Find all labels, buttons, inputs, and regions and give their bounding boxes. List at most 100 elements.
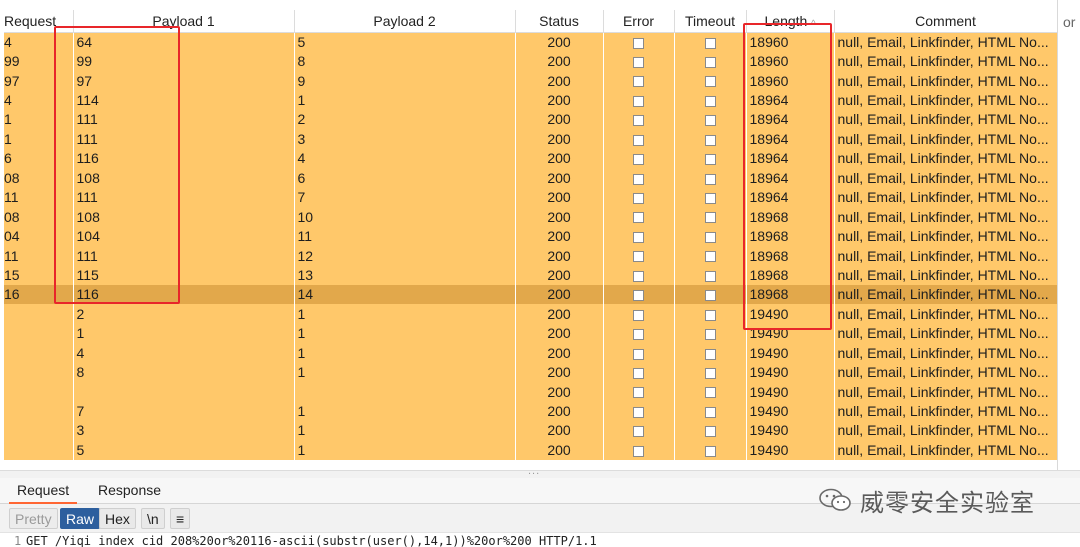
timeout-checkbox[interactable] [704,115,716,127]
table-row[interactable]: 11 111 12 200 18968 null, Email, Linkfinder, … [4,245,1058,266]
error-checkbox[interactable] [633,212,644,224]
cell-status: 200 [515,245,604,266]
cell-timeout [674,440,747,460]
error-checkbox[interactable] [633,329,644,341]
timeout-checkbox[interactable] [704,212,716,224]
error-checkbox[interactable] [633,445,644,457]
table-row[interactable]: 11 111 7 200 18964 null, Email, Linkfinder, H… [4,187,1058,207]
cell-request: 04 [4,226,74,246]
timeout-checkbox[interactable] [704,290,716,302]
raw-button[interactable]: Raw [60,508,101,529]
col-header-status[interactable]: Status [515,10,604,33]
col-header-error[interactable]: Error [603,10,675,33]
timeout-checkbox[interactable] [704,309,716,321]
table-row[interactable]: 1 111 2 200 18964 null, Email, Linkfinder, HT… [4,109,1058,130]
cell-comment: null, Email, Linkfinder, HTML No... [834,206,1058,227]
menu-icon[interactable]: ≡ [170,508,191,529]
table-row[interactable]: 7 1 200 19490 null, Email, Linkfinder, HTML … [4,401,1058,421]
error-checkbox[interactable] [633,367,644,379]
show-newlines-button[interactable]: \n [141,508,165,529]
table-row[interactable]: 99 99 8 200 18960 null, Email, Linkfinder, HT… [4,51,1058,71]
table-row[interactable]: 4 114 1 200 18964 null, Email, Linkfinder, HT… [4,90,1058,110]
timeout-checkbox[interactable] [704,231,716,243]
error-checkbox[interactable] [633,193,644,205]
error-checkbox[interactable] [633,173,644,185]
error-checkbox[interactable] [633,154,644,166]
cell-comment: null, Email, Linkfinder, HTML No... [834,323,1058,343]
error-checkbox[interactable] [633,348,644,360]
error-checkbox[interactable] [633,134,644,146]
cell-error [603,226,675,246]
error-checkbox[interactable] [633,115,644,127]
table-row[interactable]: 4 1 200 19490 null, Email, Linkfinder, HTML … [4,343,1058,363]
tab-response[interactable]: Response [98,482,161,498]
timeout-checkbox[interactable] [704,406,716,418]
pretty-button[interactable]: Pretty [9,508,58,529]
error-checkbox[interactable] [633,56,644,68]
timeout-checkbox[interactable] [704,367,716,379]
cell-request: 4 [4,90,74,110]
pane-splitter[interactable]: ... [0,465,1080,478]
error-checkbox[interactable] [633,37,644,49]
cell-length: 19490 [746,343,835,363]
cell-request: 99 [4,51,74,71]
cell-payload1: 4 [73,343,295,363]
cell-payload2: 7 [294,187,516,207]
table-row[interactable]: 04 104 11 200 18968 null, Email, Linkfinder, … [4,226,1058,246]
table-row[interactable]: 6 116 4 200 18964 null, Email, Linkfinder, HT… [4,148,1058,169]
cell-payload1: 64 [73,32,295,52]
error-checkbox[interactable] [633,95,644,107]
timeout-checkbox[interactable] [704,154,716,166]
timeout-checkbox[interactable] [704,56,716,68]
table-row[interactable]: 16 116 14 200 18968 null, Email, Linkfinder, … [4,284,1058,305]
table-row[interactable]: 4 64 5 200 18960 null, Email, Linkfinder, HTM… [4,32,1058,52]
request-editor[interactable]: 1 GET /Yiqi_index_cid_208%20or%20116-asc… [0,532,1080,547]
table-row[interactable]: 8 1 200 19490 null, Email, Linkfinder, HTML … [4,362,1058,382]
cell-error [603,323,675,343]
table-row[interactable]: 1 111 3 200 18964 null, Email, Linkfinder, HT… [4,129,1058,149]
table-row[interactable]: 08 108 6 200 18964 null, Email, Linkfinder, H… [4,168,1058,188]
cell-length: 18960 [746,70,835,91]
error-checkbox[interactable] [633,251,644,263]
error-checkbox[interactable] [633,290,644,302]
timeout-checkbox[interactable] [704,134,716,146]
hex-button[interactable]: Hex [99,508,136,529]
table-row[interactable]: 5 1 200 19490 null, Email, Linkfinder, HTML … [4,440,1058,460]
error-checkbox[interactable] [633,309,644,321]
timeout-checkbox[interactable] [704,387,716,399]
table-row[interactable]: 97 97 9 200 18960 null, Email, Linkfinder, HT… [4,70,1058,91]
col-header-comment[interactable]: Comment [834,10,1058,33]
error-checkbox[interactable] [633,231,644,243]
col-header-length[interactable]: Length ^ [746,10,835,33]
error-checkbox[interactable] [633,426,644,438]
table-row[interactable]: 15 115 13 200 18968 null, Email, Linkfinder, … [4,265,1058,285]
timeout-checkbox[interactable] [704,37,716,49]
table-row[interactable]: 08 108 10 200 18968 null, Email, Linkfinder, … [4,206,1058,227]
timeout-checkbox[interactable] [704,445,716,457]
timeout-checkbox[interactable] [704,426,716,438]
col-header-payload2[interactable]: Payload 2 [294,10,516,33]
timeout-checkbox[interactable] [704,95,716,107]
error-checkbox[interactable] [633,406,644,418]
timeout-checkbox[interactable] [704,251,716,263]
col-header-timeout[interactable]: Timeout [674,10,747,33]
timeout-checkbox[interactable] [704,193,716,205]
col-header-request[interactable]: Request [4,10,74,33]
timeout-checkbox[interactable] [704,348,716,360]
cell-payload1: 7 [73,401,295,421]
error-checkbox[interactable] [633,76,644,88]
timeout-checkbox[interactable] [704,329,716,341]
cell-comment: null, Email, Linkfinder, HTML No... [834,90,1058,110]
error-checkbox[interactable] [633,270,644,282]
timeout-checkbox[interactable] [704,173,716,185]
col-header-payload1[interactable]: Payload 1 [73,10,295,33]
error-checkbox[interactable] [633,387,644,399]
timeout-checkbox[interactable] [704,270,716,282]
tab-request[interactable]: Request [8,482,78,504]
table-row[interactable]: 2 1 200 19490 null, Email, Linkfinder, HTML … [4,304,1058,324]
table-row[interactable]: 1 1 200 19490 null, Email, Linkfinder, HTML … [4,323,1058,343]
table-row[interactable]: 200 19490 null, Email, Linkfinder, HTML No… [4,381,1058,402]
cell-comment: null, Email, Linkfinder, HTML No... [834,284,1058,305]
timeout-checkbox[interactable] [704,76,716,88]
table-row[interactable]: 3 1 200 19490 null, Email, Linkfinder, HTML … [4,420,1058,441]
